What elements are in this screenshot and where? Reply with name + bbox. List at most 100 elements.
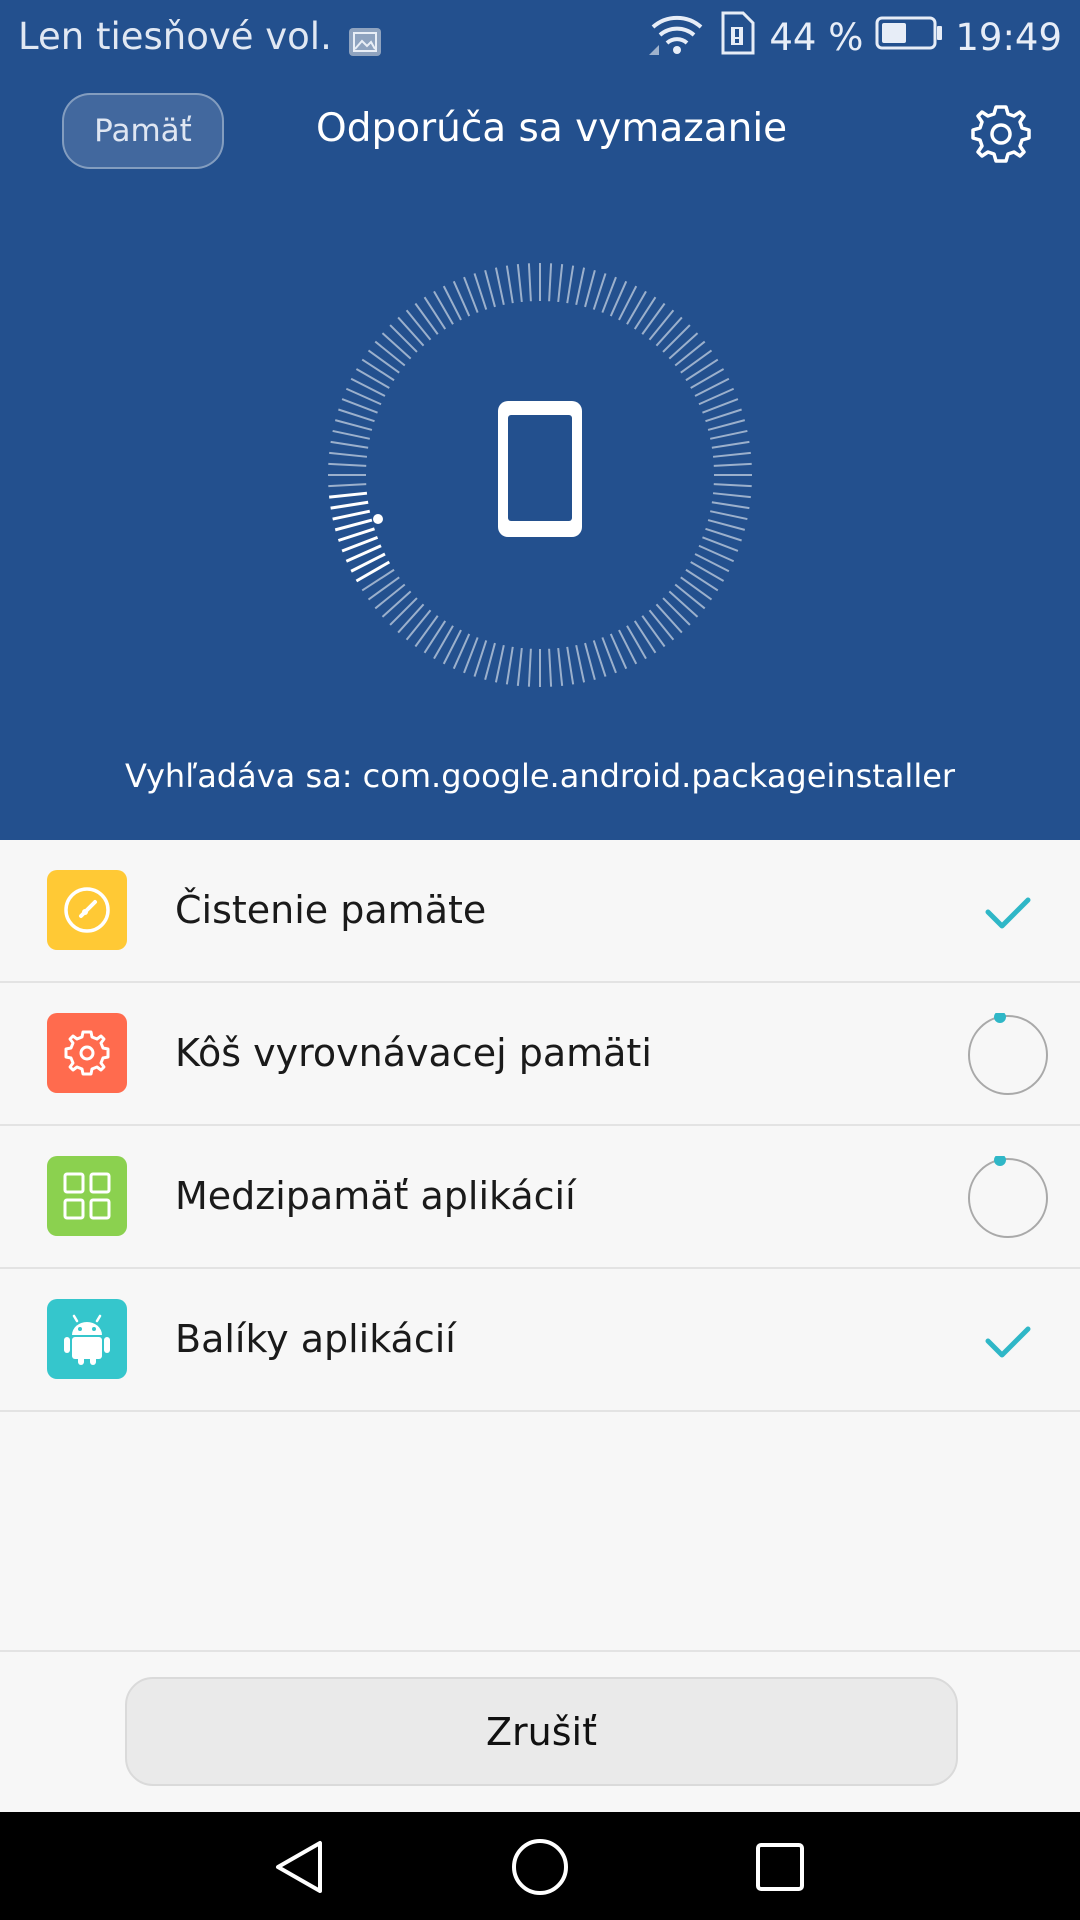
back-icon[interactable]	[270, 1837, 330, 1897]
dial-tick	[680, 576, 713, 601]
dial-tick	[633, 296, 657, 330]
list-item-app-cache[interactable]: Medzipamäť aplikácií	[0, 1126, 1080, 1269]
dial-tick	[712, 451, 751, 458]
phone-icon	[498, 401, 582, 537]
dial-tick	[505, 265, 514, 304]
dial-tick	[361, 568, 395, 592]
page-title: Odporúča sa vymazanie	[316, 106, 788, 151]
cancel-button-label: Zrušiť	[486, 1709, 597, 1754]
dial-tick	[405, 309, 432, 341]
dial-tick	[668, 590, 699, 618]
settings-gear-icon[interactable]	[968, 101, 1034, 167]
list-item-memory-cleanup[interactable]: Čistenie pamäte	[0, 840, 1080, 983]
dial-tick	[575, 267, 586, 306]
cancel-button[interactable]: Zrušiť	[125, 1677, 958, 1786]
dial-tick	[711, 501, 750, 510]
dial-tick	[566, 646, 575, 685]
dial-tick	[674, 583, 706, 610]
battery-percent: 44 %	[769, 15, 864, 59]
dial-tick	[381, 590, 412, 618]
list-item-app-packages[interactable]: Balíky aplikácií	[0, 1269, 1080, 1412]
dial-tick	[680, 349, 713, 374]
scan-dial	[320, 255, 760, 695]
dial-tick	[484, 642, 496, 681]
dial-tick	[633, 620, 657, 654]
list-item-cache-bin[interactable]: Kôš vyrovnávacej pamäti	[0, 983, 1080, 1126]
dial-tick	[527, 263, 532, 302]
app-cache-icon	[47, 1156, 127, 1236]
dial-tick	[648, 309, 675, 341]
done-check-icon	[966, 1299, 1050, 1383]
screen: Len tiesňové vol. 44 % 19:49 Pamäť Odpor…	[0, 0, 1080, 1920]
list-item-label: Kôš vyrovnávacej pamäti	[175, 1031, 652, 1075]
image-notification-icon	[348, 22, 382, 56]
dial-tick	[330, 500, 369, 510]
dial-tick	[355, 368, 390, 389]
loading-spinner-icon	[966, 1011, 1050, 1097]
list-item-label: Čistenie pamäte	[175, 888, 487, 932]
dial-tick	[713, 483, 752, 488]
dial-tick	[668, 332, 699, 360]
navigation-bar	[0, 1812, 1080, 1920]
dial-tick	[338, 408, 375, 423]
dial-tick	[557, 264, 564, 303]
recents-icon[interactable]	[750, 1837, 810, 1897]
dial-tick	[433, 625, 454, 660]
dial-tick	[381, 332, 412, 360]
dial-tick	[334, 518, 373, 532]
status-bar: Len tiesňové vol. 44 % 19:49	[0, 0, 1080, 75]
memory-tab-label: Pamäť	[94, 113, 192, 149]
dial-tick	[414, 615, 439, 648]
dial-tick	[655, 603, 683, 634]
dial-tick	[389, 324, 418, 353]
dial-tick	[713, 462, 752, 467]
dial-tick	[707, 519, 746, 531]
dial-tick	[374, 583, 406, 610]
dial-tick	[423, 620, 447, 654]
dial-tick	[711, 440, 750, 449]
dial-tick	[433, 290, 454, 325]
dial-tick	[332, 429, 371, 440]
carrier-text: Len tiesňové vol.	[18, 15, 332, 58]
dial-tick	[662, 324, 691, 353]
dial-tick	[505, 646, 514, 685]
list-item-label: Medzipamäť aplikácií	[175, 1174, 576, 1218]
dial-tick	[367, 576, 400, 601]
dial-tick	[516, 647, 523, 686]
dial-tick	[592, 640, 607, 677]
dial-tick	[592, 273, 607, 310]
dial-tick	[690, 368, 725, 389]
dial-tick	[473, 273, 488, 310]
done-check-icon	[966, 870, 1050, 954]
dial-tick	[527, 648, 532, 687]
dial-tick	[662, 597, 691, 626]
dial-tick	[334, 419, 373, 431]
dial-tick	[374, 340, 406, 367]
memory-tab-button[interactable]: Pamäť	[62, 93, 224, 169]
dial-tick	[584, 642, 596, 681]
battery-icon	[875, 15, 943, 60]
loading-spinner-icon	[966, 1154, 1050, 1240]
dial-tick	[328, 483, 367, 488]
status-left: Len tiesňové vol.	[18, 14, 382, 60]
dial-tick	[337, 527, 375, 542]
dial-tick	[516, 264, 523, 303]
dial-tick	[707, 419, 746, 431]
dial-tick	[584, 269, 596, 308]
dial-tick	[641, 615, 666, 648]
dial-tick	[332, 509, 371, 521]
dial-tick	[423, 296, 447, 330]
dial-tick	[548, 648, 553, 687]
dial-tick	[397, 316, 425, 347]
dial-tick	[705, 408, 742, 423]
home-icon[interactable]	[510, 1837, 570, 1897]
dial-tick	[575, 644, 586, 683]
dial-tick	[389, 597, 418, 626]
sim-alert-icon	[717, 11, 757, 64]
dial-tick	[655, 316, 683, 347]
status-right: 44 % 19:49	[637, 11, 1062, 60]
dial-tick	[414, 302, 439, 335]
dial-tick	[690, 561, 725, 582]
dial-tick	[484, 269, 496, 308]
dial-tick	[367, 349, 400, 374]
